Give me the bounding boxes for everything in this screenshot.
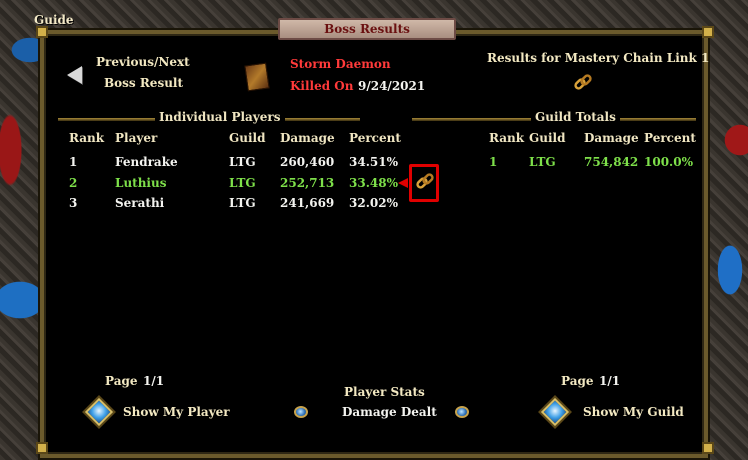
- frame-corner: [702, 26, 714, 38]
- row-rank: 1: [69, 155, 78, 169]
- guild-header-damage: Damage: [584, 131, 639, 145]
- page-label: Page: [105, 374, 138, 388]
- individual-players-title: Individual Players: [155, 110, 285, 124]
- row-percent: 34.51%: [349, 155, 398, 169]
- killed-date: 9/24/2021: [358, 79, 426, 93]
- frame-corner: [36, 442, 48, 454]
- guild-header-rank: Rank: [489, 131, 525, 145]
- chain-results-label: Results for Mastery Chain Link 1: [487, 51, 710, 65]
- row-damage: 252,713: [280, 176, 335, 190]
- row-guild: LTG: [229, 176, 256, 190]
- row-player: Fendrake: [115, 155, 178, 169]
- frame-corner: [702, 442, 714, 454]
- stat-next-gem-icon[interactable]: [455, 406, 469, 418]
- player-stats-label: Player Stats: [344, 385, 425, 399]
- guild-row-rank: 1: [489, 155, 498, 169]
- guild-row-damage: 754,842: [584, 155, 639, 169]
- guide-label[interactable]: Guide: [34, 13, 74, 27]
- guild-page-value: 1/1: [599, 374, 621, 388]
- row-player: Luthius: [115, 176, 167, 190]
- row-rank: 3: [69, 196, 78, 210]
- show-my-guild-button[interactable]: Show My Guild: [583, 405, 684, 419]
- guild-row-guild: LTG: [529, 155, 556, 169]
- row-guild: LTG: [229, 155, 256, 169]
- row-damage: 241,669: [280, 196, 335, 210]
- row-percent: 32.02%: [349, 196, 398, 210]
- window-title: Boss Results: [278, 18, 456, 40]
- boss-result-label[interactable]: Boss Result: [104, 76, 183, 90]
- chain-link-icon[interactable]: [414, 171, 436, 193]
- frame-corner: [36, 26, 48, 38]
- row-damage: 260,460: [280, 155, 335, 169]
- left-arrow-icon[interactable]: [67, 66, 82, 84]
- guild-row-percent: 100.0%: [644, 155, 693, 169]
- row-player: Serathi: [115, 196, 165, 210]
- guild-totals-title: Guild Totals: [531, 110, 620, 124]
- boss-name: Storm Daemon: [290, 57, 391, 71]
- header-damage: Damage: [280, 131, 335, 145]
- header-percent: Percent: [349, 131, 401, 145]
- header-rank: Rank: [69, 131, 105, 145]
- guild-header-guild: Guild: [529, 131, 566, 145]
- row-rank: 2: [69, 176, 78, 190]
- header-player: Player: [115, 131, 158, 145]
- row-percent: 33.48%: [349, 176, 398, 190]
- guild-header-percent: Percent: [644, 131, 696, 145]
- chain-link-icon[interactable]: [572, 72, 594, 94]
- page-value: 1/1: [143, 374, 165, 388]
- header-guild: Guild: [229, 131, 266, 145]
- show-my-player-button[interactable]: Show My Player: [123, 405, 230, 419]
- guild-page-label: Page: [561, 374, 594, 388]
- row-guild: LTG: [229, 196, 256, 210]
- stat-prev-gem-icon[interactable]: [294, 406, 308, 418]
- prev-next-label[interactable]: Previous/Next: [96, 55, 190, 69]
- stat-value: Damage Dealt: [342, 405, 437, 419]
- book-icon: [244, 62, 270, 92]
- highlight-pointer: [398, 178, 408, 188]
- killed-on-label: Killed On: [290, 79, 354, 93]
